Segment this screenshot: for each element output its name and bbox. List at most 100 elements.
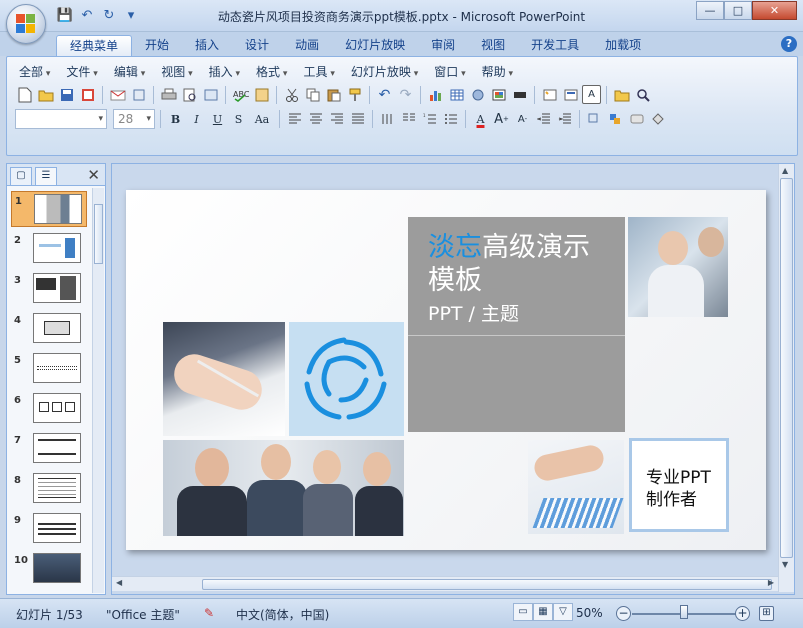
justify-icon[interactable] bbox=[348, 110, 367, 129]
format-painter-icon[interactable] bbox=[345, 85, 364, 104]
spelling-icon[interactable]: ABC bbox=[231, 85, 250, 104]
theme-name[interactable]: "Office 主题" bbox=[106, 606, 180, 623]
research-icon[interactable] bbox=[201, 85, 220, 104]
help-icon[interactable]: ? bbox=[781, 36, 797, 52]
slide-thumbnail-6[interactable]: 6 bbox=[11, 391, 87, 427]
print-icon[interactable] bbox=[159, 85, 178, 104]
tab-animations[interactable]: 动画 bbox=[282, 35, 332, 56]
email-icon[interactable] bbox=[108, 85, 127, 104]
tab-add-ins[interactable]: 加载项 bbox=[592, 35, 654, 56]
spell-check-icon[interactable]: ✎ bbox=[204, 606, 214, 620]
zoom-level[interactable]: 50% bbox=[576, 606, 603, 620]
editor-vertical-scrollbar[interactable]: ▲ ▼ bbox=[778, 164, 794, 592]
permission-icon[interactable] bbox=[78, 85, 97, 104]
slide-thumbnail-5[interactable]: 5 bbox=[11, 351, 87, 387]
thesaurus-icon[interactable] bbox=[252, 85, 271, 104]
slides-pane-scrollbar[interactable] bbox=[92, 188, 104, 593]
redo-toolbar-icon[interactable]: ↷ bbox=[396, 85, 415, 104]
attach-icon[interactable] bbox=[129, 85, 148, 104]
slide-thumbnail-4[interactable]: 4 bbox=[11, 311, 87, 347]
tab-home[interactable]: 开始 bbox=[132, 35, 182, 56]
bullets-icon[interactable] bbox=[441, 110, 460, 129]
menu-view[interactable]: 视图 bbox=[155, 63, 202, 81]
copy-icon[interactable] bbox=[303, 85, 322, 104]
menu-format[interactable]: 格式 bbox=[250, 63, 297, 81]
slide-thumbnail-10[interactable]: 10 bbox=[11, 551, 87, 587]
slide-thumbnail-9[interactable]: 9 bbox=[11, 511, 87, 547]
menu-edit[interactable]: 编辑 bbox=[108, 63, 155, 81]
tab-slides[interactable]: ▢ bbox=[10, 167, 32, 185]
maker-text[interactable]: 专业PPT 制作者 bbox=[646, 467, 711, 511]
italic-button[interactable]: I bbox=[187, 110, 206, 129]
insert-picture-icon[interactable] bbox=[489, 85, 508, 104]
scroll-right-icon[interactable]: ▶ bbox=[768, 578, 774, 587]
undo-toolbar-icon[interactable]: ↶ bbox=[375, 85, 394, 104]
scrollbar-thumb[interactable] bbox=[780, 178, 793, 558]
cut-icon[interactable] bbox=[282, 85, 301, 104]
shapes-icon[interactable] bbox=[585, 110, 604, 129]
bold-button[interactable]: B bbox=[166, 110, 185, 129]
slide-sorter-icon[interactable]: ▦ bbox=[533, 603, 553, 621]
tab-slide-show[interactable]: 幻灯片放映 bbox=[332, 35, 418, 56]
maximize-button[interactable]: □ bbox=[724, 1, 752, 20]
zoom-slider-thumb[interactable] bbox=[680, 605, 688, 619]
arrange-icon[interactable] bbox=[606, 110, 625, 129]
slide-thumbnail-8[interactable]: 8 bbox=[11, 471, 87, 507]
font-name-combo[interactable] bbox=[15, 109, 107, 129]
find-icon[interactable] bbox=[633, 85, 652, 104]
decrease-indent-icon[interactable] bbox=[534, 110, 553, 129]
tab-developer[interactable]: 开发工具 bbox=[518, 35, 592, 56]
quick-styles-icon[interactable] bbox=[627, 110, 646, 129]
editor-horizontal-scrollbar[interactable]: ◀ ▶ bbox=[112, 576, 778, 591]
save-disk-icon[interactable] bbox=[57, 85, 76, 104]
menu-help[interactable]: 帮助 bbox=[476, 63, 523, 81]
slide-subtitle[interactable]: PPT / 主题 bbox=[428, 299, 519, 326]
grow-font-icon[interactable]: A + bbox=[492, 110, 511, 129]
align-right-icon[interactable] bbox=[327, 110, 346, 129]
layout-icon[interactable] bbox=[561, 85, 580, 104]
tab-insert[interactable]: 插入 bbox=[182, 35, 232, 56]
font-size-combo[interactable]: 28 bbox=[113, 109, 155, 129]
close-pane-icon[interactable]: ✕ bbox=[87, 166, 100, 184]
menu-window[interactable]: 窗口 bbox=[428, 63, 475, 81]
normal-view-icon[interactable]: ▭ bbox=[513, 603, 533, 621]
tab-design[interactable]: 设计 bbox=[232, 35, 282, 56]
columns-icon[interactable] bbox=[399, 110, 418, 129]
text-direction-icon[interactable] bbox=[378, 110, 397, 129]
tab-outline[interactable]: ☰ bbox=[35, 167, 57, 185]
slide-show-icon[interactable]: ▽ bbox=[553, 603, 573, 621]
slide-canvas[interactable]: 淡忘高级演示 模板 PPT / 主题 专业PPT 制作者 bbox=[126, 190, 766, 550]
fit-to-window-icon[interactable]: ⊞ bbox=[759, 606, 774, 621]
insert-table-icon[interactable] bbox=[447, 85, 466, 104]
slide-title[interactable]: 淡忘高级演示 模板 bbox=[428, 231, 590, 297]
scroll-left-icon[interactable]: ◀ bbox=[116, 578, 122, 587]
tab-view[interactable]: 视图 bbox=[468, 35, 518, 56]
slide-thumbnail-2[interactable]: 2 bbox=[11, 231, 87, 267]
insert-clipart-icon[interactable] bbox=[468, 85, 487, 104]
print-preview-icon[interactable] bbox=[180, 85, 199, 104]
slide-thumbnail-1[interactable]: 1 bbox=[11, 191, 87, 227]
new-doc-icon[interactable] bbox=[15, 85, 34, 104]
zoom-in-icon[interactable]: + bbox=[735, 606, 750, 621]
underline-button[interactable]: U bbox=[208, 110, 227, 129]
close-button[interactable]: ✕ bbox=[752, 1, 797, 20]
menu-slide-show[interactable]: 幻灯片放映 bbox=[345, 63, 428, 81]
textbox-icon[interactable]: A bbox=[582, 85, 601, 104]
insert-bar-icon[interactable] bbox=[510, 85, 529, 104]
slide-thumbnail-3[interactable]: 3 bbox=[11, 271, 87, 307]
scrollbar-thumb[interactable] bbox=[202, 579, 772, 590]
language-indicator[interactable]: 中文(简体，中国) bbox=[236, 606, 329, 623]
insert-chart-icon[interactable] bbox=[426, 85, 445, 104]
office-button[interactable] bbox=[6, 4, 46, 44]
new-slide-icon[interactable] bbox=[540, 85, 559, 104]
fill-icon[interactable] bbox=[648, 110, 667, 129]
scroll-up-icon[interactable]: ▲ bbox=[782, 166, 788, 175]
align-center-icon[interactable] bbox=[306, 110, 325, 129]
menu-tools[interactable]: 工具 bbox=[297, 63, 344, 81]
change-case-button[interactable]: Aa bbox=[250, 110, 274, 129]
menu-insert[interactable]: 插入 bbox=[203, 63, 250, 81]
menu-all[interactable]: 全部 bbox=[13, 63, 60, 81]
menu-file[interactable]: 文件 bbox=[60, 63, 107, 81]
paste-icon[interactable] bbox=[324, 85, 343, 104]
tab-classic-menu[interactable]: 经典菜单 bbox=[56, 35, 133, 56]
